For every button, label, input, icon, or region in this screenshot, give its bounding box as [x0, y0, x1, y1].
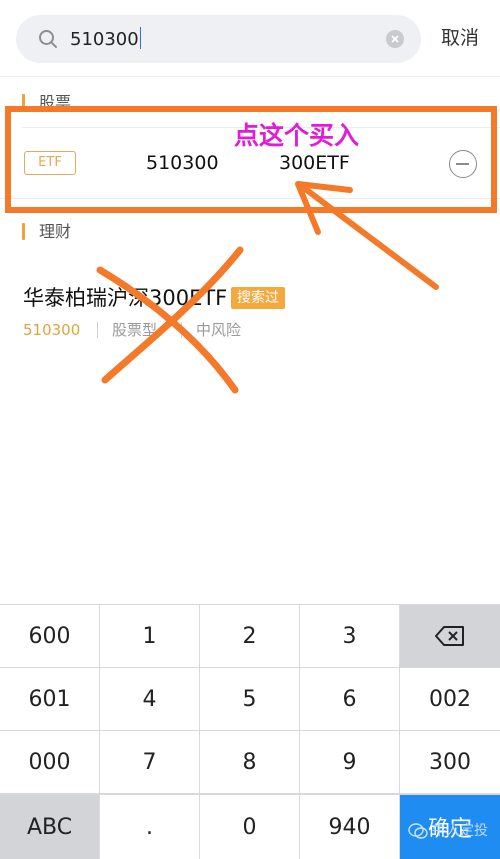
- backspace-key[interactable]: [400, 605, 500, 667]
- key-3[interactable]: 3: [300, 605, 399, 667]
- searched-badge: 搜索过: [231, 287, 285, 309]
- fund-code: 510300: [23, 321, 81, 339]
- key-8[interactable]: 8: [200, 731, 299, 793]
- key-601[interactable]: 601: [0, 668, 99, 730]
- key-abc[interactable]: ABC: [0, 795, 99, 859]
- numeric-keypad: 600 1 2 3 601 4 5 6 002 000 7 8 9 300 AB…: [0, 604, 500, 859]
- meta-separator: [97, 322, 98, 338]
- annotation-arrow: [301, 185, 439, 290]
- search-input[interactable]: 510300: [70, 27, 142, 52]
- key-2[interactable]: 2: [200, 605, 299, 667]
- annotation-text: 点这个买入: [234, 121, 360, 150]
- remove-watchlist-button[interactable]: [449, 150, 477, 178]
- key-300[interactable]: 300: [400, 731, 500, 793]
- key-7[interactable]: 7: [100, 731, 199, 793]
- backspace-icon: [435, 626, 464, 646]
- section-bar: [22, 94, 25, 111]
- divider: [0, 76, 500, 77]
- stock-name: 300ETF: [279, 152, 350, 174]
- section-label-finance: 理财: [39, 222, 72, 241]
- key-5[interactable]: 5: [200, 668, 299, 730]
- cancel-button[interactable]: 取消: [441, 26, 479, 50]
- section-bar: [22, 223, 25, 240]
- key-4[interactable]: 4: [100, 668, 199, 730]
- fund-risk: 中风险: [196, 321, 242, 339]
- key-dot[interactable]: .: [100, 795, 199, 859]
- fund-title: 华泰柏瑞沪深300ETF: [23, 286, 228, 310]
- search-icon: [39, 30, 57, 48]
- key-0[interactable]: 0: [200, 795, 299, 859]
- key-9[interactable]: 9: [300, 731, 399, 793]
- divider: [0, 198, 500, 199]
- meta-separator: [181, 322, 182, 338]
- clear-icon[interactable]: [386, 30, 404, 48]
- key-600[interactable]: 600: [0, 605, 99, 667]
- key-6[interactable]: 6: [300, 668, 399, 730]
- wechat-icon: [408, 823, 428, 839]
- stock-code: 510300: [146, 152, 219, 174]
- key-940[interactable]: 940: [300, 795, 399, 859]
- search-bar[interactable]: 510300: [16, 15, 421, 63]
- cross-mark: [101, 246, 244, 384]
- text-caret: [139, 27, 142, 49]
- fund-type: 股票型: [112, 321, 158, 339]
- key-002[interactable]: 002: [400, 668, 500, 730]
- key-000[interactable]: 000: [0, 731, 99, 793]
- watermark: 牛人定投: [432, 823, 488, 839]
- section-label-stocks: 股票: [39, 93, 72, 112]
- etf-tag: ETF: [24, 151, 76, 175]
- key-1[interactable]: 1: [100, 605, 199, 667]
